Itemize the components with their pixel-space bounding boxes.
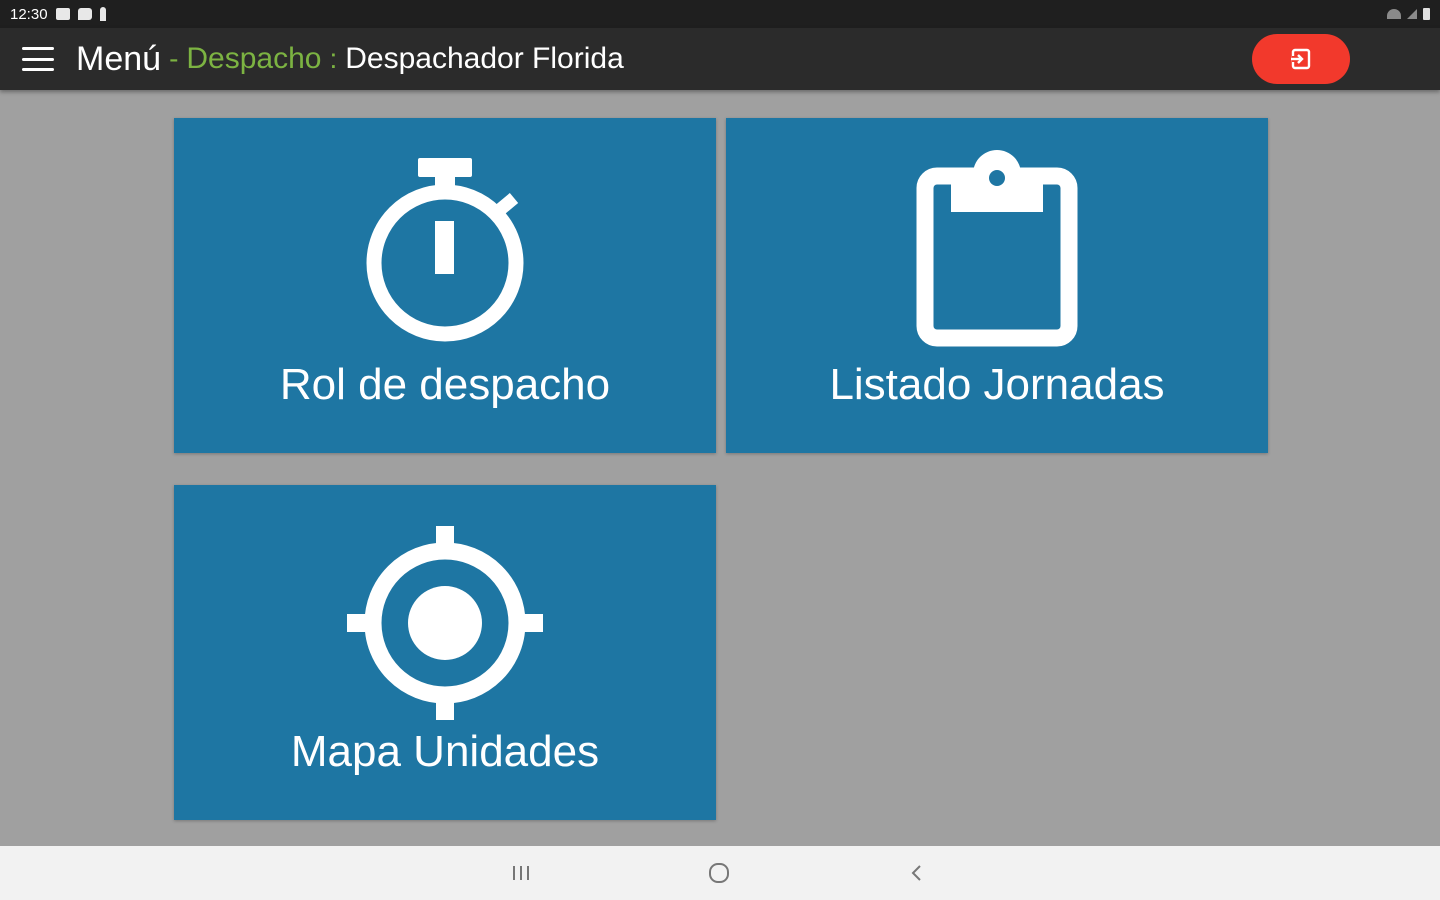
stopwatch-icon xyxy=(366,158,524,342)
message-icon xyxy=(77,8,92,20)
status-time: 12:30 xyxy=(10,5,48,23)
app-bar: Menú - Despacho : Despachador Florida xyxy=(0,28,1440,90)
crosshair-icon xyxy=(347,526,543,720)
tile-listado-jornadas[interactable]: Listado Jornadas xyxy=(726,118,1268,453)
section-name: Despacho xyxy=(186,42,322,75)
logout-icon xyxy=(1291,48,1311,70)
navigation-bar xyxy=(0,846,1440,900)
tile-label: Listado Jornadas xyxy=(829,360,1165,409)
battery-icon xyxy=(1423,8,1430,20)
pin-icon xyxy=(99,7,106,21)
tile-label: Rol de despacho xyxy=(279,360,611,409)
wifi-icon xyxy=(1387,9,1401,19)
status-right xyxy=(1387,8,1430,20)
status-left: 12:30 xyxy=(10,6,106,23)
status-bar: 12:30 xyxy=(0,0,1440,28)
screen: 12:30 Menú - Despacho : Despachador Flor… xyxy=(0,0,1440,900)
recents-icon[interactable] xyxy=(506,858,536,888)
user-name: Despachador Florida xyxy=(345,42,624,75)
title-colon: : xyxy=(329,43,338,74)
title-separator: - xyxy=(169,43,179,74)
logout-button[interactable] xyxy=(1252,34,1350,84)
signal-icon xyxy=(1407,9,1417,19)
clipboard-icon xyxy=(916,150,1078,347)
tile-mapa-unidades[interactable]: Mapa Unidades xyxy=(174,485,716,820)
image-icon xyxy=(55,8,70,20)
page-title: Menú xyxy=(76,39,162,78)
tile-rol-de-despacho[interactable]: Rol de despacho xyxy=(174,118,716,453)
tile-label: Mapa Unidades xyxy=(290,727,600,776)
home-icon[interactable] xyxy=(704,858,734,888)
back-icon[interactable] xyxy=(902,858,932,888)
hamburger-icon[interactable] xyxy=(22,47,54,71)
